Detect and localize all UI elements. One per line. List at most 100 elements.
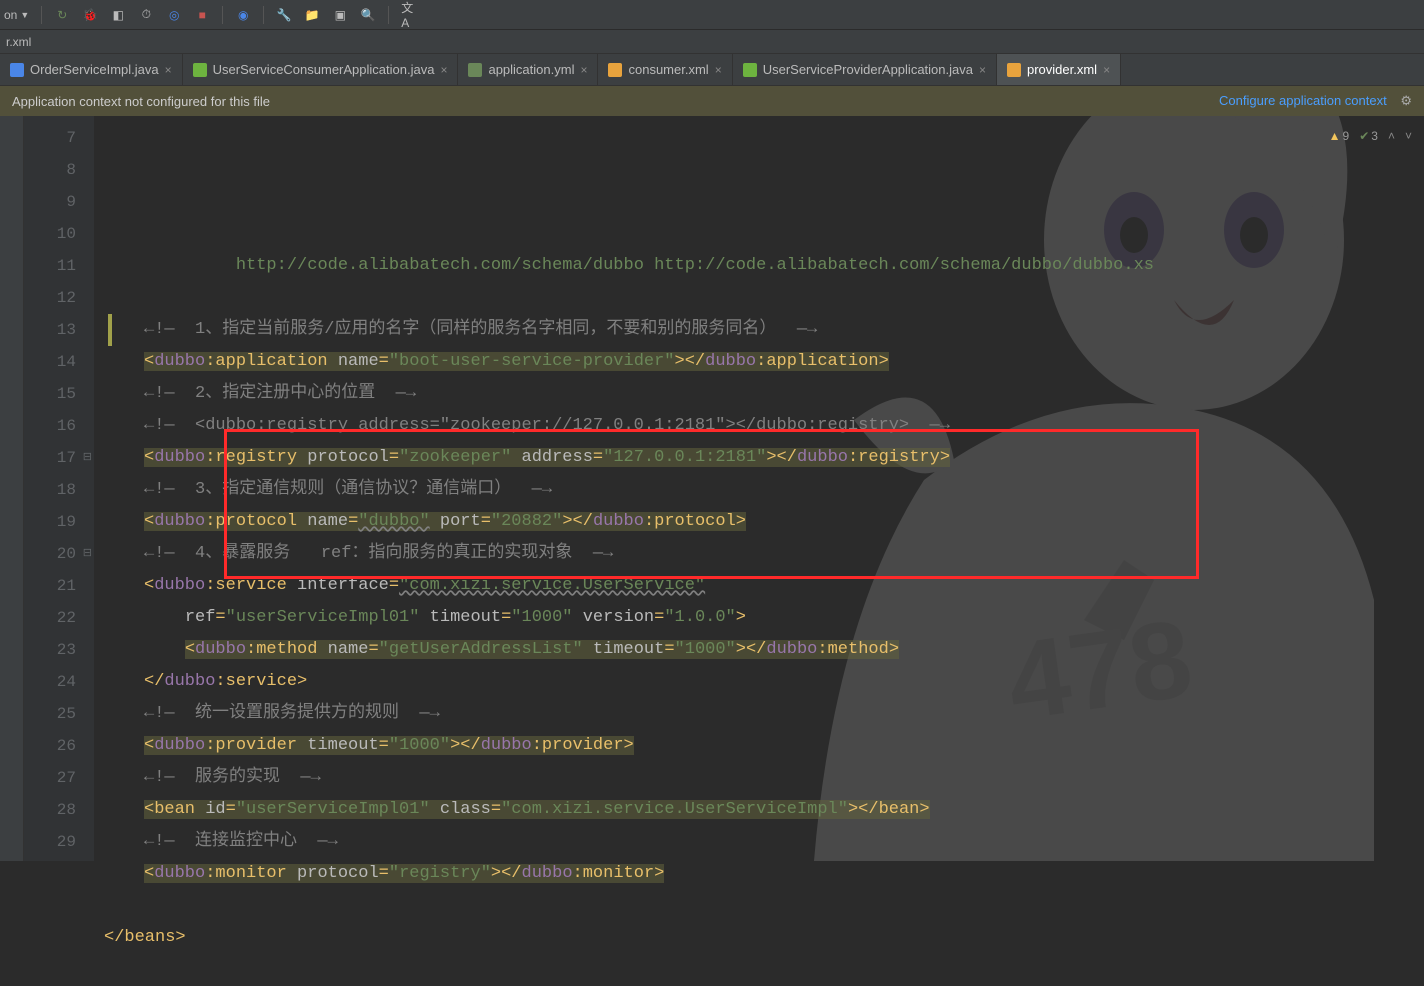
- file-icon: [468, 63, 482, 77]
- tab-userserviceconsumerapplication-java[interactable]: UserServiceConsumerApplication.java ×: [183, 54, 459, 85]
- line-number[interactable]: 20: [24, 538, 76, 570]
- close-icon[interactable]: ×: [165, 63, 172, 77]
- line-number[interactable]: 9: [24, 186, 76, 218]
- code-line[interactable]: </dubbo:service>: [104, 666, 1424, 698]
- code-line[interactable]: <dubbo:method name="getUserAddressList" …: [104, 634, 1424, 666]
- tab-consumer-xml[interactable]: consumer.xml ×: [598, 54, 732, 85]
- line-gutter[interactable]: 7891011121314151617181920212223242526272…: [24, 116, 94, 861]
- line-number[interactable]: 7: [24, 122, 76, 154]
- file-icon: [1007, 63, 1021, 77]
- line-number[interactable]: 21: [24, 570, 76, 602]
- line-number[interactable]: 16: [24, 410, 76, 442]
- close-icon[interactable]: ×: [1103, 63, 1110, 77]
- line-number[interactable]: 11: [24, 250, 76, 282]
- line-number[interactable]: 26: [24, 730, 76, 762]
- tab-label: UserServiceProviderApplication.java: [763, 62, 973, 77]
- stop-icon[interactable]: ■: [194, 7, 210, 23]
- wrench-icon[interactable]: 🔧: [276, 7, 292, 23]
- line-number[interactable]: 13: [24, 314, 76, 346]
- translate-icon[interactable]: 文A: [401, 7, 417, 23]
- chevron-up-icon[interactable]: ˄: [1388, 120, 1395, 152]
- structure-icon[interactable]: ▣: [332, 7, 348, 23]
- code-line[interactable]: [104, 282, 1424, 314]
- target-icon[interactable]: ◎: [166, 7, 182, 23]
- line-number[interactable]: 8: [24, 154, 76, 186]
- tab-application-yml[interactable]: application.yml ×: [458, 54, 598, 85]
- code-line[interactable]: <dubbo:registry protocol="zookeeper" add…: [104, 442, 1424, 474]
- refresh-icon[interactable]: ↻: [54, 7, 70, 23]
- close-icon[interactable]: ×: [979, 63, 986, 77]
- line-number[interactable]: 22: [24, 602, 76, 634]
- file-icon: [193, 63, 207, 77]
- warnings-count[interactable]: 9: [1329, 120, 1350, 152]
- editor: 7891011121314151617181920212223242526272…: [0, 116, 1424, 861]
- line-number[interactable]: 24: [24, 666, 76, 698]
- code-line[interactable]: ←!— <dubbo:registry address="zookeeper:/…: [104, 410, 1424, 442]
- code-line[interactable]: <dubbo:provider timeout="1000"></dubbo:p…: [104, 730, 1424, 762]
- code-line[interactable]: ←!— 3、指定通信规则（通信协议？通信端口） —→: [104, 474, 1424, 506]
- line-number[interactable]: 15: [24, 378, 76, 410]
- line-number[interactable]: 25: [24, 698, 76, 730]
- code-area[interactable]: 9 3 ˄ ˅ http://code.alibabatech.com/sche…: [94, 116, 1424, 861]
- line-number[interactable]: 23: [24, 634, 76, 666]
- breadcrumb-text: r.xml: [6, 35, 31, 49]
- inspections-widget[interactable]: 9 3 ˄ ˅: [1329, 120, 1412, 152]
- code-line[interactable]: http://code.alibabatech.com/schema/dubbo…: [104, 250, 1424, 282]
- oks-count[interactable]: 3: [1359, 120, 1378, 152]
- tab-label: application.yml: [488, 62, 574, 77]
- code-line[interactable]: ←!— 连接监控中心 —→: [104, 826, 1424, 858]
- line-number[interactable]: 12: [24, 282, 76, 314]
- code-line[interactable]: ←!— 统一设置服务提供方的规则 —→: [104, 698, 1424, 730]
- line-number[interactable]: 17: [24, 442, 76, 474]
- line-number[interactable]: 27: [24, 762, 76, 794]
- fold-icon[interactable]: ⊟: [83, 442, 92, 474]
- debug-bug-icon[interactable]: 🐞: [82, 7, 98, 23]
- line-number[interactable]: 10: [24, 218, 76, 250]
- code-line[interactable]: [104, 954, 1424, 986]
- configure-context-link[interactable]: Configure application context: [1219, 93, 1387, 108]
- code-line[interactable]: ←!— 服务的实现 —→: [104, 762, 1424, 794]
- code-line[interactable]: ref="userServiceImpl01" timeout="1000" v…: [104, 602, 1424, 634]
- code-line[interactable]: <dubbo:application name="boot-user-servi…: [104, 346, 1424, 378]
- coverage-icon[interactable]: ◧: [110, 7, 126, 23]
- code-line[interactable]: ←!— 4、暴露服务 ref：指向服务的真正的实现对象 —→: [104, 538, 1424, 570]
- file-icon: [10, 63, 24, 77]
- search-icon[interactable]: 🔍: [360, 7, 376, 23]
- file-icon: [608, 63, 622, 77]
- close-icon[interactable]: ×: [715, 63, 722, 77]
- line-number[interactable]: 28: [24, 794, 76, 826]
- file-icon: [743, 63, 757, 77]
- code-line[interactable]: <bean id="userServiceImpl01" class="com.…: [104, 794, 1424, 826]
- banner-message: Application context not configured for t…: [12, 94, 270, 109]
- tab-userserviceproviderapplication-java[interactable]: UserServiceProviderApplication.java ×: [733, 54, 997, 85]
- line-number[interactable]: 29: [24, 826, 76, 858]
- gear-icon[interactable]: ⚙: [1400, 93, 1412, 108]
- code-line[interactable]: <dubbo:service interface="com.xizi.servi…: [104, 570, 1424, 602]
- line-number[interactable]: 19: [24, 506, 76, 538]
- tab-provider-xml[interactable]: provider.xml ×: [997, 54, 1121, 85]
- code-line[interactable]: </beans>: [104, 922, 1424, 954]
- tool-window-stripe[interactable]: [0, 116, 24, 861]
- tab-label: OrderServiceImpl.java: [30, 62, 159, 77]
- line-number[interactable]: 14: [24, 346, 76, 378]
- profile-icon[interactable]: ⏱: [138, 7, 154, 23]
- fold-icon[interactable]: ⊟: [83, 538, 92, 570]
- code-line[interactable]: <dubbo:protocol name="dubbo" port="20882…: [104, 506, 1424, 538]
- close-icon[interactable]: ×: [580, 63, 587, 77]
- main-toolbar: on▼ ↻ 🐞 ◧ ⏱ ◎ ■ ◉ 🔧 📁 ▣ 🔍 文A: [0, 0, 1424, 30]
- code-line[interactable]: ←!— 2、指定注册中心的位置 —→: [104, 378, 1424, 410]
- breadcrumb: r.xml: [0, 30, 1424, 54]
- tab-label: provider.xml: [1027, 62, 1097, 77]
- line-number[interactable]: 18: [24, 474, 76, 506]
- circle-icon[interactable]: ◉: [235, 7, 251, 23]
- chevron-down-icon[interactable]: ˅: [1405, 120, 1412, 152]
- code-line[interactable]: [104, 890, 1424, 922]
- tab-label: consumer.xml: [628, 62, 708, 77]
- run-config-dropdown[interactable]: on▼: [4, 8, 29, 22]
- code-line[interactable]: <dubbo:monitor protocol="registry"></dub…: [104, 858, 1424, 890]
- code-line[interactable]: ←!— 1、指定当前服务/应用的名字（同样的服务名字相同，不要和别的服务同名） …: [104, 314, 1424, 346]
- close-icon[interactable]: ×: [440, 63, 447, 77]
- tab-label: UserServiceConsumerApplication.java: [213, 62, 435, 77]
- tab-orderserviceimpl-java[interactable]: OrderServiceImpl.java ×: [0, 54, 183, 85]
- folder-icon[interactable]: 📁: [304, 7, 320, 23]
